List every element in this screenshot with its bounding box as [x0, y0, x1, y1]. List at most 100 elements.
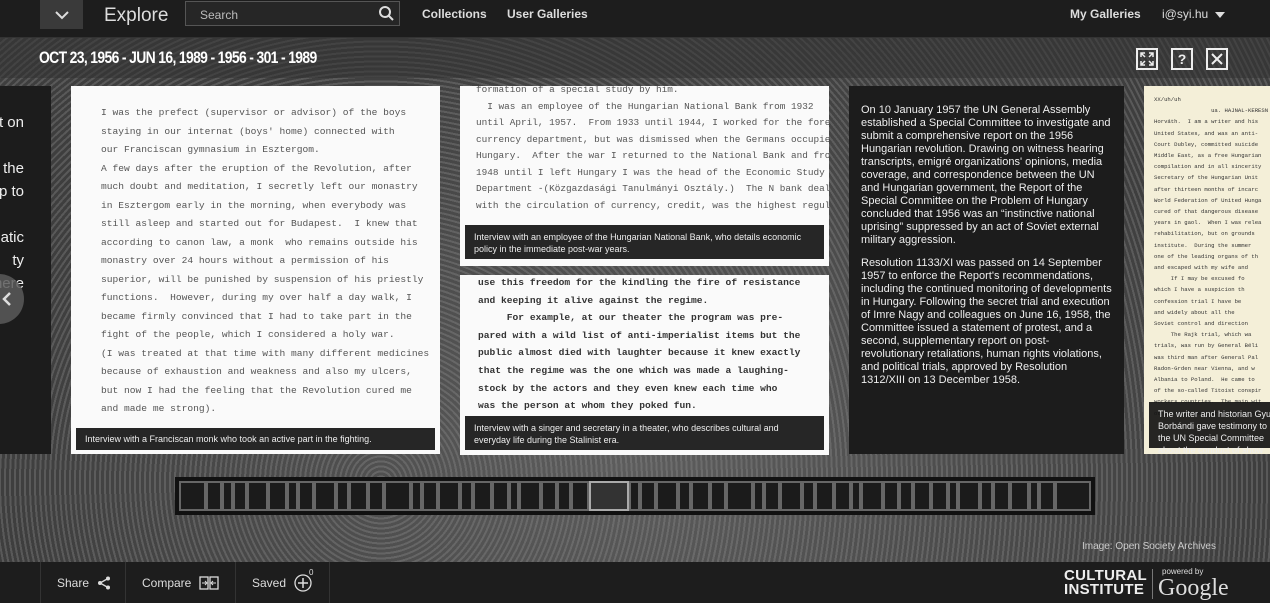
thumbnail[interactable]: [438, 481, 461, 511]
compare-button[interactable]: Compare: [125, 562, 235, 603]
thumbnail[interactable]: [1028, 481, 1040, 511]
my-galleries-link[interactable]: My Galleries: [1070, 7, 1141, 21]
fullscreen-button[interactable]: [1136, 48, 1158, 70]
thumbnail[interactable]: [492, 481, 509, 511]
document-line: became firmly convinced that I had to ta…: [101, 310, 412, 322]
thumbnail[interactable]: [206, 481, 223, 511]
explore-title[interactable]: Explore: [104, 5, 168, 27]
document-line: public almost died with laughter because…: [478, 347, 801, 359]
image-credit: Image: Open Society Archives: [1082, 541, 1216, 552]
thumbnail[interactable]: [861, 481, 883, 511]
partial-text-line: ty: [12, 252, 24, 269]
thumbnail[interactable]: [1009, 481, 1029, 511]
thumbnail[interactable]: [557, 481, 571, 511]
share-button[interactable]: Share: [40, 562, 125, 603]
previous-text-card-partial[interactable]: t on the up to atic ty here: [0, 86, 51, 454]
nav-user-galleries-link[interactable]: User Galleries: [507, 7, 588, 21]
thumbnail[interactable]: [384, 481, 412, 511]
thumbnail[interactable]: [958, 481, 981, 511]
thumbnail[interactable]: [222, 481, 234, 511]
document-line: our Franciscan gymnasium in Esztergom.: [101, 144, 320, 155]
thumbnail[interactable]: [540, 481, 558, 511]
thumbnail[interactable]: [1055, 481, 1091, 511]
gallery-card-theater[interactable]: use this freedom for the kindling the fi…: [460, 275, 829, 455]
user-account-menu[interactable]: i@syi.hu: [1162, 7, 1225, 21]
thumbnail[interactable]: [802, 481, 816, 511]
card-caption: Interview with a Franciscan monk who too…: [76, 428, 435, 450]
close-button[interactable]: [1206, 48, 1228, 70]
document-line: which I have a suspicion th: [1154, 286, 1245, 294]
thumbnail[interactable]: [297, 481, 314, 511]
caret-down-icon: [1214, 11, 1225, 18]
thumbnail[interactable]: [947, 481, 959, 511]
document-line: Albania to Poland. He came to: [1154, 376, 1255, 384]
thumbnail[interactable]: [655, 481, 678, 511]
thumbnail[interactable]: [570, 481, 590, 511]
menu-chevron-button[interactable]: [40, 0, 83, 29]
gallery-text-card-un-committee[interactable]: On 10 January 1957 the UN General Assemb…: [849, 86, 1124, 454]
thumbnail[interactable]: [508, 481, 520, 511]
thumbnail[interactable]: [753, 481, 765, 511]
search-box[interactable]: [185, 1, 400, 26]
search-input[interactable]: [200, 8, 370, 22]
gallery-card-bank[interactable]: formation of a special study by him. I w…: [460, 86, 829, 266]
thumbnail[interactable]: [335, 481, 350, 511]
document-line: years in gaol. When I was relea: [1154, 219, 1262, 227]
help-button[interactable]: ?: [1171, 48, 1193, 70]
thumbnail[interactable]: [710, 481, 727, 511]
document-line: Department -(Közgazdasági Tanulmányi Osz…: [476, 183, 829, 194]
thumbnail[interactable]: [349, 481, 369, 511]
thumbnail[interactable]: [677, 481, 692, 511]
close-icon: [1211, 53, 1223, 65]
thumbnail[interactable]: [980, 481, 994, 511]
thumbnail[interactable]: [287, 481, 298, 511]
thumbnail[interactable]: [780, 481, 803, 511]
thumbnail[interactable]: [313, 481, 336, 511]
thumbnail[interactable]: [233, 481, 247, 511]
thumbnail[interactable]: [246, 481, 269, 511]
thumbnail[interactable]: [691, 481, 711, 511]
saved-button[interactable]: Saved 0: [235, 562, 330, 603]
thumbnail[interactable]: [422, 481, 439, 511]
thumbnail[interactable]: [993, 481, 1010, 511]
thumbnail[interactable]: [764, 481, 781, 511]
document-line: Horváth. I am a writer and his: [1154, 118, 1259, 126]
thumbnail[interactable]: [368, 481, 385, 511]
thumbnail[interactable]: [179, 481, 207, 511]
gallery-card-borbandi[interactable]: XX/uh/uh ua. HAJNAL-KERESN (Horváth. I a…: [1144, 86, 1270, 454]
document-line: but now I had the feeling that the Revol…: [101, 384, 412, 396]
thumbnail[interactable]: [726, 481, 754, 511]
document-line: institute. During the summer: [1154, 241, 1255, 249]
thumbnail[interactable]: [411, 481, 423, 511]
thumbnail[interactable]: [834, 481, 851, 511]
fullscreen-icon: [1140, 52, 1154, 66]
thumbnail[interactable]: [912, 481, 932, 511]
thumbnail[interactable]: [850, 481, 862, 511]
thumbnail[interactable]: [882, 481, 900, 511]
thumbnail[interactable]: [1039, 481, 1056, 511]
thumbnail[interactable]: [268, 481, 288, 511]
search-icon[interactable]: [378, 5, 395, 22]
document-line: and keeping it alive against the regime.: [478, 294, 709, 306]
thumbnail[interactable]: [931, 481, 948, 511]
thumbnail[interactable]: [899, 481, 913, 511]
document-line: fight of the people, which I considered …: [101, 329, 395, 340]
thumbnail[interactable]: [639, 481, 656, 511]
cultural-institute-logo[interactable]: CULTURAL INSTITUTE: [1064, 568, 1147, 597]
thumbnail[interactable]: [815, 481, 835, 511]
gallery-card-monk[interactable]: I was the prefect (supervisor or advisor…: [71, 86, 440, 454]
thumbnail[interactable]: [473, 481, 493, 511]
typed-document-image: I was the prefect (supervisor or advisor…: [71, 86, 440, 454]
document-line: World Federation of United Hunga: [1154, 196, 1262, 204]
thumbnail-strip[interactable]: [175, 477, 1095, 515]
thumbnail[interactable]: [629, 481, 640, 511]
thumbnail-selected[interactable]: [589, 481, 630, 511]
thumbnail[interactable]: [519, 481, 541, 511]
document-line: I was the prefect (supervisor or advisor…: [101, 107, 407, 118]
document-line: 1948 until I left Hungary I was the head…: [476, 166, 825, 178]
saved-count: 0: [309, 567, 314, 577]
thumbnail[interactable]: [460, 481, 474, 511]
nav-collections-link[interactable]: Collections: [422, 7, 487, 21]
document-line: A few days after the eruption of the Rev…: [101, 162, 412, 174]
document-line: compilation and in all sincerity: [1154, 163, 1262, 171]
